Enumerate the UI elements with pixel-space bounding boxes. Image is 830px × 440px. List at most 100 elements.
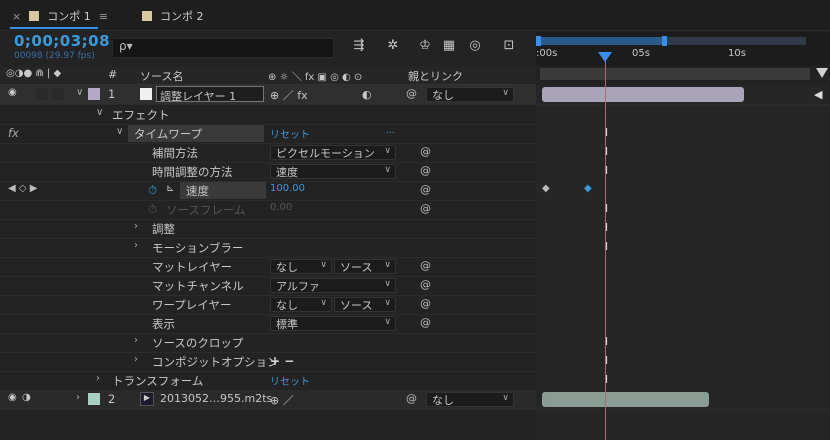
- matte-layer-dropdown[interactable]: なし ∨: [270, 259, 332, 274]
- prop-row-warplayer[interactable]: ワープレイヤー なし ∨ ソース ∨ @: [0, 295, 536, 315]
- prop-row-crop[interactable]: › ソースのクロップ: [0, 333, 536, 353]
- expression-icon[interactable]: @: [420, 297, 431, 310]
- keyframe-icon[interactable]: ◆: [542, 183, 550, 194]
- parent-dropdown[interactable]: なし ∨: [426, 392, 514, 407]
- expression-icon[interactable]: @: [420, 278, 431, 291]
- dropdown-value: なし: [276, 260, 298, 274]
- expand-chevron-icon[interactable]: ›: [134, 335, 138, 346]
- draft-3d-icon[interactable]: ✲: [384, 38, 402, 53]
- pick-whip-icon[interactable]: @: [406, 87, 417, 100]
- expression-icon[interactable]: @: [420, 316, 431, 329]
- expand-chevron-icon[interactable]: ∨: [76, 87, 83, 98]
- current-time-display[interactable]: 0;00;03;08: [14, 32, 110, 50]
- layer-label-color[interactable]: [88, 88, 100, 100]
- pick-whip-icon[interactable]: @: [406, 392, 417, 405]
- layer-1-duration-bar[interactable]: [542, 87, 744, 102]
- playhead-handle-icon[interactable]: [597, 52, 612, 62]
- prop-row-speed[interactable]: ◀ ◇ ▶ ⏱ ⊾ 速度 100.00 @: [0, 181, 536, 201]
- layer-switch-icons[interactable]: ⊕ ／ fx: [270, 87, 308, 103]
- layer-switch-icons[interactable]: ⊕ ／: [270, 392, 294, 408]
- lock-switch[interactable]: [52, 393, 64, 405]
- interp-dropdown[interactable]: ピクセルモーション ∨: [270, 145, 396, 160]
- expression-icon[interactable]: @: [420, 202, 431, 215]
- prop-row-mattechannel[interactable]: マットチャンネル アルファ ∨ @: [0, 276, 536, 296]
- keyframe-navigator-icon[interactable]: ◀ ◇ ▶: [8, 183, 37, 194]
- warp-layer-dropdown[interactable]: なし ∨: [270, 297, 332, 312]
- lock-switch[interactable]: [52, 88, 64, 100]
- work-area-bar[interactable]: [536, 36, 806, 46]
- layer-name-field[interactable]: 調整レイヤー 1: [156, 86, 264, 103]
- menu-icon[interactable]: ≡: [99, 10, 108, 23]
- column-parent[interactable]: 親とリンク: [408, 68, 463, 84]
- matte-channel-dropdown[interactable]: アルファ ∨: [270, 278, 396, 293]
- motion-blur-icon[interactable]: ◎: [466, 38, 484, 53]
- stopwatch-icon[interactable]: ⏱: [148, 183, 157, 198]
- chevron-down-icon: ∨: [384, 165, 391, 175]
- prop-row-srcframe[interactable]: ⏱ ソースフレーム 0.00 @: [0, 200, 536, 220]
- prop-row-tune[interactable]: › 調整: [0, 219, 536, 239]
- layer-row-1[interactable]: ◉ ∨ 1 調整レイヤー 1 ⊕ ／ fx ◐ @ なし ∨: [0, 85, 536, 105]
- layer-row-2[interactable]: ◉ ◑ › 2 ▶ 2013052…955.m2ts ⊕ ／ @ なし ∨: [0, 390, 536, 410]
- prop-row-composite[interactable]: › コンポジットオプション + −: [0, 352, 536, 372]
- expand-chevron-icon[interactable]: ›: [96, 373, 100, 384]
- tab-comp-2[interactable]: コンポ 2: [142, 6, 204, 26]
- keyframe-icon[interactable]: ◆: [584, 183, 592, 194]
- frame-blending-icon[interactable]: ▦: [440, 38, 458, 53]
- warp-source-dropdown[interactable]: ソース ∨: [334, 297, 396, 312]
- prop-row-mattelayer[interactable]: マットレイヤー なし ∨ ソース ∨ @: [0, 257, 536, 277]
- expand-chevron-icon[interactable]: ∨: [96, 107, 103, 118]
- close-icon[interactable]: ×: [12, 10, 21, 23]
- effect-options-link[interactable]: ...: [386, 126, 395, 136]
- expression-icon[interactable]: @: [420, 164, 431, 177]
- playhead-line[interactable]: [604, 52, 606, 440]
- graph-editor-icon[interactable]: ⊡: [500, 38, 518, 53]
- adjust-method-dropdown[interactable]: 速度 ∨: [270, 164, 396, 179]
- expand-chevron-icon[interactable]: ›: [134, 240, 138, 251]
- graph-icon[interactable]: ⊾: [166, 183, 174, 194]
- expression-icon[interactable]: @: [420, 183, 431, 196]
- transform-reset-link[interactable]: リセット: [270, 373, 310, 388]
- matte-source-dropdown[interactable]: ソース ∨: [334, 259, 396, 274]
- expression-icon[interactable]: @: [420, 145, 431, 158]
- expand-chevron-icon[interactable]: ›: [134, 354, 138, 365]
- fx-icon[interactable]: fx: [8, 126, 19, 140]
- timewarp-effect-row[interactable]: fx ∨ タイムワープ リセット ...: [0, 124, 536, 144]
- solo-switch[interactable]: [36, 88, 48, 100]
- hide-shy-layers-icon[interactable]: ♔: [416, 38, 434, 53]
- timeline-row-layer-1: ◀: [536, 85, 830, 105]
- tab-comp-1[interactable]: × コンポ 1 ≡: [12, 6, 108, 26]
- speed-value[interactable]: 100.00: [270, 183, 305, 194]
- transform-group-row[interactable]: › トランスフォーム リセット: [0, 371, 536, 391]
- layer-label-color[interactable]: [88, 393, 100, 405]
- prop-row-interp[interactable]: 補間方法 ピクセルモーション ∨ @: [0, 143, 536, 163]
- timeline-navigator[interactable]: [540, 68, 810, 80]
- expand-chevron-icon[interactable]: ∨: [116, 126, 123, 137]
- add-remove-icons[interactable]: + −: [270, 354, 294, 368]
- work-area-start-handle[interactable]: [536, 36, 541, 46]
- search-input[interactable]: ρ▾: [112, 38, 334, 58]
- audio-icon[interactable]: ◑: [22, 392, 31, 403]
- timeline-row: I: [536, 352, 830, 372]
- layer-end-marker-icon: ◀: [814, 88, 823, 101]
- keyframe-ibeam-icon: I: [603, 145, 609, 158]
- parent-dropdown[interactable]: なし ∨: [426, 87, 514, 102]
- effect-reset-link[interactable]: リセット: [270, 126, 310, 141]
- column-source-name[interactable]: ソース名: [140, 68, 183, 84]
- layer-2-duration-bar[interactable]: [542, 392, 710, 407]
- eye-icon[interactable]: ◉: [8, 392, 17, 403]
- prop-row-display[interactable]: 表示 標準 ∨ @: [0, 314, 536, 334]
- work-area-end-handle[interactable]: [662, 36, 667, 46]
- display-dropdown[interactable]: 標準 ∨: [270, 316, 396, 331]
- time-ruler[interactable]: :00s 05s 10s: [536, 32, 830, 66]
- expand-chevron-icon[interactable]: ›: [76, 392, 80, 403]
- expand-chevron-icon[interactable]: ›: [134, 221, 138, 232]
- prop-row-adjust[interactable]: 時間調整の方法 速度 ∨ @: [0, 162, 536, 182]
- prop-row-motionblur[interactable]: › モーションブラー: [0, 238, 536, 258]
- adjustment-switch-icon[interactable]: ◐: [362, 88, 372, 101]
- zoom-slider-icon[interactable]: [816, 68, 828, 78]
- work-area-range[interactable]: [538, 37, 662, 45]
- comp-flowchart-icon[interactable]: ⇶: [350, 38, 368, 53]
- eye-icon[interactable]: ◉: [8, 87, 17, 98]
- effects-group-row[interactable]: ∨ エフェクト: [0, 105, 536, 125]
- expression-icon[interactable]: @: [420, 259, 431, 272]
